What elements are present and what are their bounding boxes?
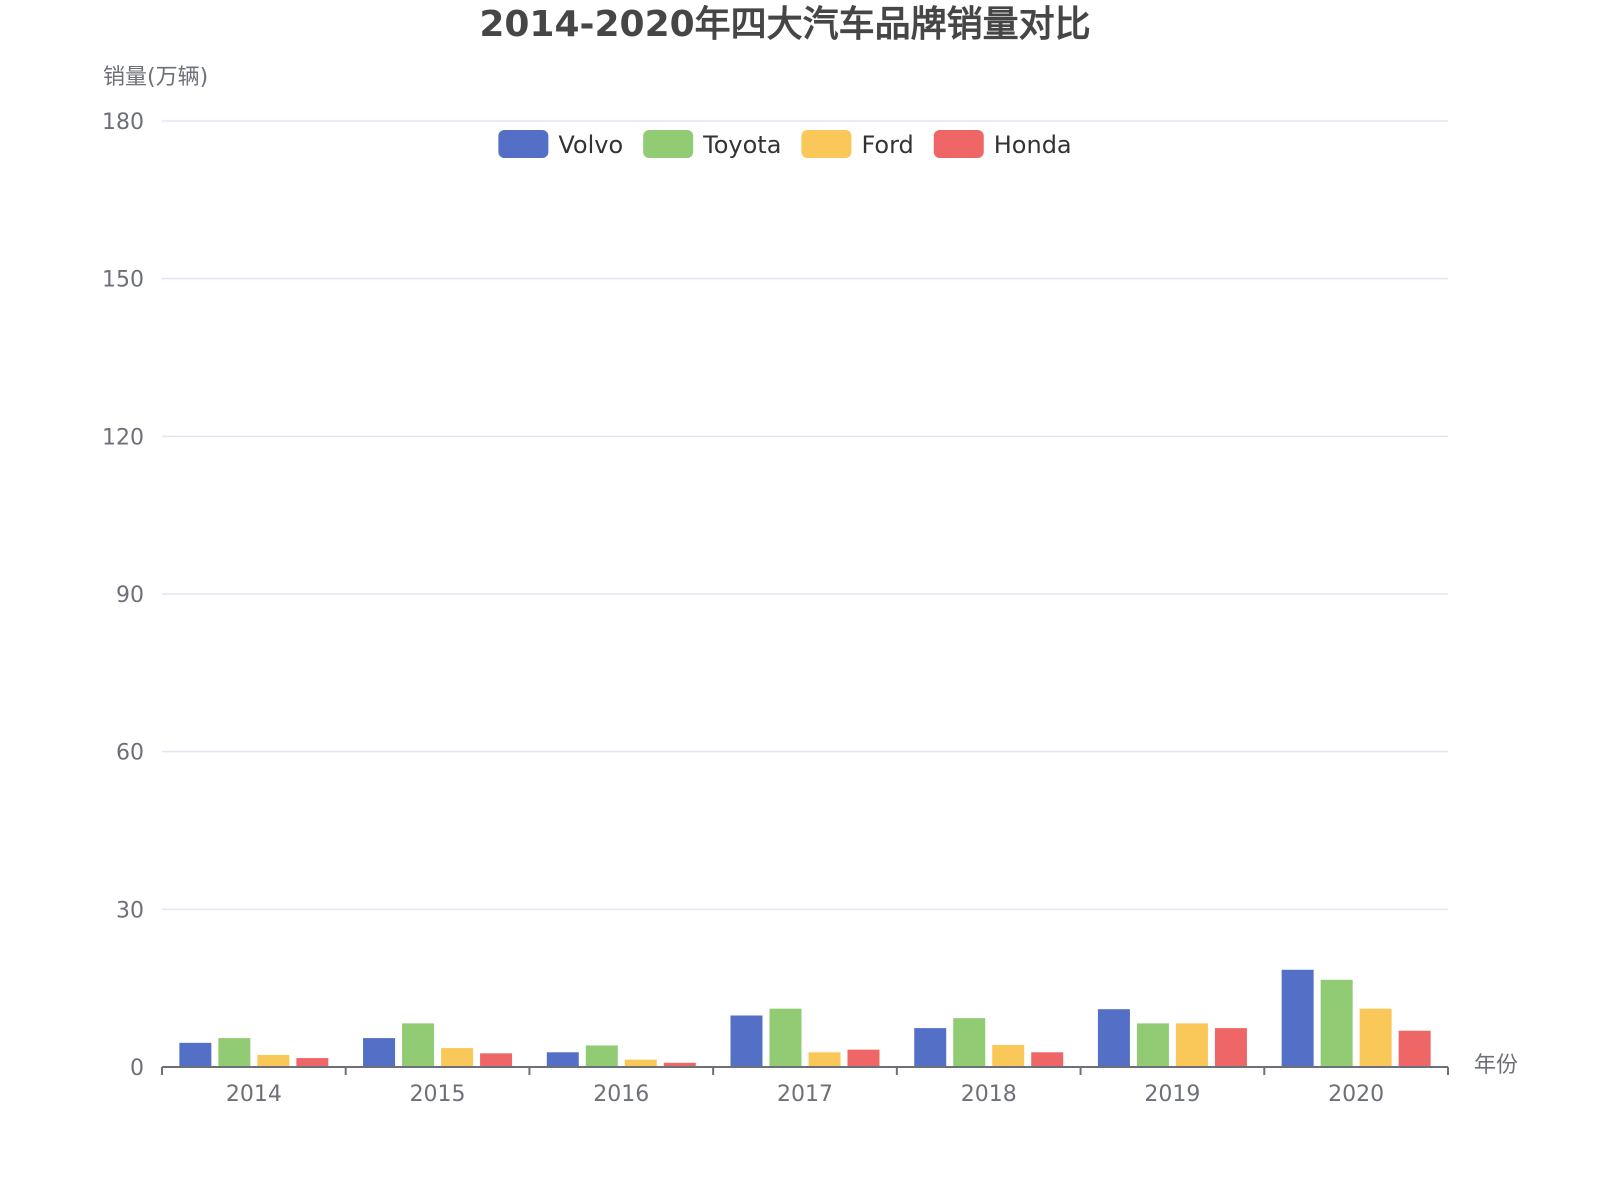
bar-toyota-2017[interactable] <box>769 1008 802 1067</box>
x-tick-label: 2017 <box>777 1082 833 1107</box>
bar-honda-2018[interactable] <box>1031 1052 1064 1067</box>
bar-volvo-2017[interactable] <box>730 1015 763 1067</box>
legend-swatch <box>498 130 549 158</box>
y-axis-title: 销量(万辆) <box>103 65 208 90</box>
y-tick-label: 90 <box>116 583 144 608</box>
x-axis-title: 年份 <box>1474 1053 1518 1078</box>
legend-swatch <box>801 130 852 158</box>
bar-volvo-2015[interactable] <box>363 1038 396 1067</box>
bar-volvo-2018[interactable] <box>914 1028 947 1067</box>
bar-toyota-2018[interactable] <box>953 1018 986 1067</box>
bar-volvo-2019[interactable] <box>1097 1009 1130 1067</box>
bar-toyota-2014[interactable] <box>218 1038 251 1067</box>
x-axis: 2014 2015 2016 2017 2018 2019 2020 <box>161 1066 1449 1107</box>
legend-swatch <box>933 130 984 158</box>
legend: Volvo Toyota Ford Honda <box>498 130 1072 159</box>
gridlines <box>162 120 1448 911</box>
bar-honda-2020[interactable] <box>1398 1030 1431 1067</box>
x-tick-label: 2015 <box>410 1082 466 1107</box>
y-tick-label: 0 <box>130 1056 144 1081</box>
chart-title: 2014-2020年四大汽车品牌销量对比 <box>479 4 1090 45</box>
bar-toyota-2015[interactable] <box>402 1023 435 1067</box>
bar-honda-2019[interactable] <box>1214 1028 1247 1067</box>
legend-item-volvo[interactable]: Volvo <box>498 130 623 159</box>
bar-ford-2016[interactable] <box>624 1059 657 1067</box>
chart-container: 2014-2020年四大汽车品牌销量对比 销量(万辆) 年份 2014 2015 2… <box>0 0 1600 1200</box>
y-axis: 0 30 60 90 120 150 180 <box>102 110 144 1081</box>
y-tick-label: 120 <box>102 425 144 450</box>
legend-swatch <box>643 130 694 158</box>
bar-ford-2017[interactable] <box>808 1052 841 1067</box>
y-tick-label: 60 <box>116 741 144 766</box>
legend-item-ford[interactable]: Ford <box>801 130 914 159</box>
y-tick-label: 180 <box>102 110 144 135</box>
bar-volvo-2016[interactable] <box>546 1052 579 1067</box>
bar-honda-2015[interactable] <box>480 1053 513 1067</box>
bar-ford-2020[interactable] <box>1359 1008 1392 1067</box>
bar-ford-2018[interactable] <box>992 1044 1025 1067</box>
bar-honda-2017[interactable] <box>847 1049 880 1067</box>
bar-ford-2014[interactable] <box>257 1054 290 1067</box>
bar-ford-2015[interactable] <box>441 1048 474 1067</box>
y-tick-label: 150 <box>102 268 144 293</box>
bar-volvo-2020[interactable] <box>1281 969 1314 1067</box>
legend-item-toyota[interactable]: Toyota <box>643 130 781 159</box>
bar-toyota-2020[interactable] <box>1320 979 1353 1067</box>
legend-label: Volvo <box>558 131 623 159</box>
x-tick-label: 2016 <box>593 1082 649 1107</box>
legend-label: Honda <box>994 131 1072 159</box>
x-tick-label: 2014 <box>226 1082 282 1107</box>
y-tick-label: 30 <box>116 898 144 923</box>
x-tick-label: 2020 <box>1328 1082 1384 1107</box>
x-tick-label: 2018 <box>961 1082 1017 1107</box>
bar-toyota-2019[interactable] <box>1136 1023 1169 1067</box>
x-tick-label: 2019 <box>1144 1082 1200 1107</box>
legend-label: Toyota <box>702 131 781 159</box>
legend-label: Ford <box>861 131 913 159</box>
bar-toyota-2016[interactable] <box>585 1045 618 1067</box>
bar-chart: 2014-2020年四大汽车品牌销量对比 销量(万辆) 年份 2014 2015 2… <box>102 4 1518 1107</box>
bar-ford-2019[interactable] <box>1175 1023 1208 1067</box>
bars <box>179 969 1431 1067</box>
bar-honda-2014[interactable] <box>296 1058 329 1067</box>
bar-volvo-2014[interactable] <box>179 1042 212 1067</box>
legend-item-honda[interactable]: Honda <box>933 130 1072 159</box>
